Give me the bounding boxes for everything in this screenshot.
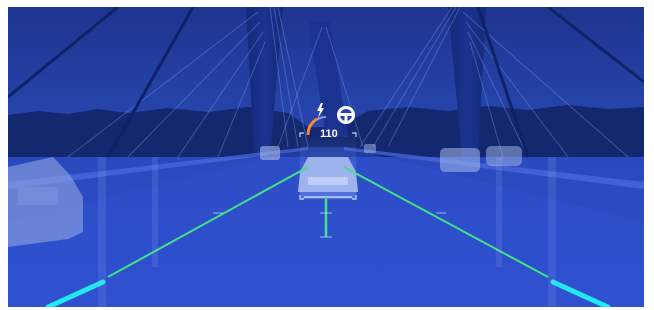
steering-wheel-icon (337, 106, 355, 124)
vehicle-right-far (486, 146, 522, 166)
speed-readout: 110 (320, 128, 338, 140)
vehicle-distant-center (364, 144, 376, 153)
vehicle-distant-left (260, 146, 280, 160)
vehicle-right-near (440, 148, 480, 172)
driver-assist-visualization: 110 (8, 7, 644, 307)
target-glow (300, 133, 356, 199)
scene-canvas: 110 (8, 7, 644, 307)
